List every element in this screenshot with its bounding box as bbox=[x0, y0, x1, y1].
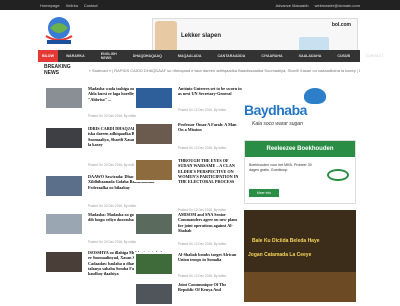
article-meta: Posted On 12 Dec 2016, By editor bbox=[178, 274, 227, 278]
article-thumbnail[interactable] bbox=[134, 282, 174, 306]
article-thumbnail[interactable] bbox=[134, 252, 174, 276]
breaking-label: BREAKING NEWS bbox=[44, 64, 71, 76]
ad-text: Lekker slapen bbox=[181, 33, 222, 39]
nav-item-contact[interactable]: CONTACT bbox=[358, 54, 391, 58]
article-meta: Posted On 12 Dec 2016, By editor bbox=[178, 146, 227, 150]
globe-logo-icon[interactable] bbox=[44, 14, 74, 46]
ad-product-image bbox=[299, 37, 329, 51]
article-title[interactable]: Professor Omar A Farah: A Man On a Missi… bbox=[178, 122, 242, 133]
baydhaba-widget[interactable]: Baydhaba Kala soco warar sugan bbox=[244, 86, 356, 134]
article-meta: Posted On 12 Dec 2016, By editor bbox=[178, 242, 227, 246]
article-thumbnail[interactable] bbox=[134, 158, 174, 182]
breaking-ticker[interactable]: « Sadexad » | RAPIDS CAIDD DHAQDAAF so d… bbox=[89, 68, 360, 73]
booking-ad[interactable]: Reeleezee Boekhouden Boekhouden voor het… bbox=[244, 140, 356, 204]
article-thumbnail[interactable] bbox=[134, 86, 174, 110]
article-meta: Posted On 20 Dec 2016, By editor bbox=[88, 204, 137, 208]
article-title[interactable]: Al-Shabab bombs target African Union tro… bbox=[178, 252, 242, 263]
list-item[interactable]: THROUGH THE EYES OF SUDAN WARSAME – A CL… bbox=[134, 158, 242, 214]
topbar-link-contact[interactable]: Contact bbox=[84, 3, 98, 8]
nav-item-news[interactable]: WARARKA bbox=[58, 54, 93, 58]
article-thumbnail[interactable] bbox=[44, 250, 84, 274]
article-meta: Posted On 20 Dec 2016, By editor bbox=[88, 240, 137, 244]
article-meta: Posted On 12 Dec 2016, By editor bbox=[178, 108, 227, 112]
article-thumbnail[interactable] bbox=[44, 86, 84, 110]
top-bar: Homepage Xiriirka Contact Advance Macaar… bbox=[0, 0, 400, 10]
topbar-email[interactable]: webmaster@domain.com bbox=[315, 3, 360, 8]
nav-item-new[interactable]: CUSUB bbox=[329, 54, 358, 58]
article-thumbnail[interactable] bbox=[44, 126, 84, 150]
site-header: Lekker slapen bol.com bbox=[0, 10, 400, 54]
header-ad-banner[interactable]: Lekker slapen bol.com bbox=[152, 18, 358, 54]
event-banner-line2: Jogan Catamada La Ceeye bbox=[248, 252, 312, 258]
article-meta: Posted On 20 Dec 2016, By editor bbox=[88, 163, 137, 167]
booking-ad-heading: Reeleezee Boekhouden bbox=[245, 141, 355, 157]
topbar-link-about[interactable]: Xiriirka bbox=[66, 3, 78, 8]
nav-item-politics[interactable]: DHAQDHAQAAQ bbox=[125, 54, 170, 58]
article-thumbnail[interactable] bbox=[44, 212, 84, 236]
ad-child-image bbox=[155, 21, 177, 53]
booking-ad-button[interactable]: Meer info bbox=[249, 189, 279, 197]
list-item[interactable]: Joint Communique Of The Republic Of Keny… bbox=[134, 282, 242, 306]
article-title[interactable]: Joint Communique Of The Republic Of Keny… bbox=[178, 282, 242, 293]
nav-item-health[interactable]: CANTARAADDA bbox=[209, 54, 253, 58]
article-thumbnail[interactable] bbox=[44, 174, 84, 198]
list-item[interactable]: Professor Omar A Farah: A Man On a Missi… bbox=[134, 122, 242, 158]
article-meta: Posted On 20 Dec 2016, By editor bbox=[88, 114, 137, 118]
star-logo-icon bbox=[304, 88, 326, 104]
list-item[interactable]: António Guterres set to be sworn in as n… bbox=[134, 86, 242, 122]
main-nav: BILOW WARARKA ENGLISH NEWS DHAQDHAQAAQ M… bbox=[38, 50, 383, 62]
event-banner-line1: Bale Ku Diciida Beleda Haye bbox=[252, 238, 320, 244]
nav-item-english[interactable]: ENGLISH NEWS bbox=[93, 52, 125, 60]
event-banner[interactable]: Bale Ku Diciida Beleda Haye Jogan Catama… bbox=[244, 210, 356, 302]
article-title[interactable]: THROUGH THE EYES OF SUDAN WARSAME – A CL… bbox=[178, 158, 242, 184]
nav-item-sports[interactable]: CIYAARAHA bbox=[253, 54, 290, 58]
baydhaba-title: Baydhaba bbox=[244, 102, 307, 118]
nav-item-home[interactable]: BILOW bbox=[38, 50, 58, 62]
nav-item-situations[interactable]: XAALADAHA bbox=[291, 54, 330, 58]
article-thumbnail[interactable] bbox=[134, 122, 174, 146]
booking-logo-icon bbox=[327, 169, 349, 181]
ad-brand: bol.com bbox=[331, 22, 351, 28]
event-banner-image bbox=[244, 272, 356, 302]
list-item[interactable]: Al-Shabab bombs target African Union tro… bbox=[134, 252, 242, 282]
article-title[interactable]: António Guterres set to be sworn in as n… bbox=[178, 86, 242, 97]
baydhaba-subtitle: Kala soco warar sugan bbox=[252, 121, 303, 127]
topbar-user[interactable]: Advance Macaarib bbox=[275, 3, 308, 8]
topbar-link-home[interactable]: Homepage bbox=[40, 3, 60, 8]
article-thumbnail[interactable] bbox=[134, 212, 174, 236]
breaking-news-bar: BREAKING NEWS « Sadexad » | RAPIDS CAIDD… bbox=[44, 64, 360, 76]
nav-item-articles[interactable]: MAQAALADA bbox=[170, 54, 210, 58]
booking-ad-text: Boekhouden voor het MKB, Probeer 30 dage… bbox=[249, 163, 312, 172]
list-item[interactable]: AMISOM and SNA Senior Commanders agree o… bbox=[134, 212, 242, 252]
article-title[interactable]: AMISOM and SNA Senior Commanders agree o… bbox=[178, 212, 242, 233]
